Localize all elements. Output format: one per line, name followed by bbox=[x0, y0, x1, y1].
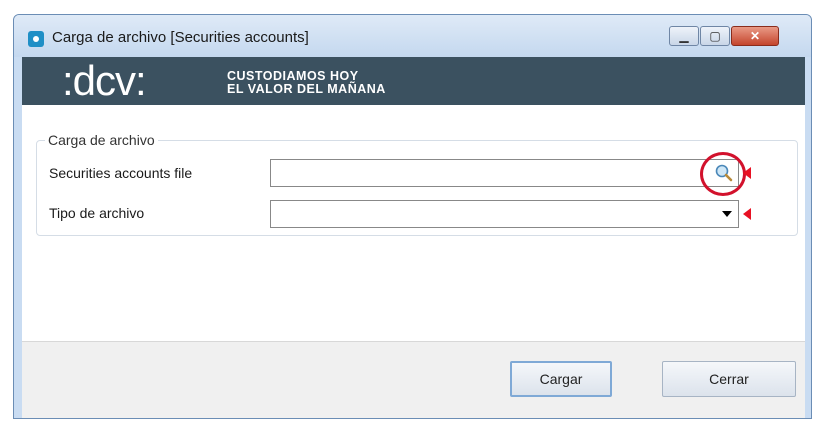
app-icon bbox=[28, 31, 44, 47]
dcv-logo: :dcv: bbox=[62, 57, 147, 104]
minimize-button[interactable]: ▁ bbox=[669, 26, 699, 46]
file-type-select[interactable] bbox=[270, 200, 739, 228]
file-label: Securities accounts file bbox=[49, 165, 193, 181]
file-path-field[interactable] bbox=[270, 159, 739, 187]
chevron-down-icon[interactable] bbox=[722, 211, 732, 217]
required-marker bbox=[743, 167, 751, 179]
highlight-circle bbox=[700, 152, 746, 196]
group-title: Carga de archivo bbox=[45, 132, 158, 148]
required-marker bbox=[743, 208, 751, 220]
window-title: Carga de archivo [Securities accounts] bbox=[52, 29, 309, 46]
cancel-button[interactable]: Cerrar bbox=[662, 361, 796, 397]
file-upload-window: Carga de archivo [Securities accounts] ▁… bbox=[13, 14, 812, 419]
title-bar[interactable]: Carga de archivo [Securities accounts] ▁… bbox=[14, 15, 811, 57]
type-label: Tipo de archivo bbox=[49, 205, 145, 221]
form-content: Carga de archivo Securities accounts fil… bbox=[22, 105, 805, 341]
upload-group: Carga de archivo Securities accounts fil… bbox=[36, 132, 798, 236]
header-banner: :dcv: CUSTODIAMOS HOY EL VALOR DEL MAÑAN… bbox=[22, 57, 805, 105]
maximize-button[interactable]: ▢ bbox=[700, 26, 730, 46]
slogan-line-2: EL VALOR DEL MAÑANA bbox=[227, 82, 386, 96]
close-window-button[interactable]: ✕ bbox=[731, 26, 779, 46]
slogan: CUSTODIAMOS HOY EL VALOR DEL MAÑANA bbox=[227, 70, 386, 96]
button-bar: Cargar Cerrar bbox=[22, 341, 805, 418]
load-button[interactable]: Cargar bbox=[510, 361, 612, 397]
